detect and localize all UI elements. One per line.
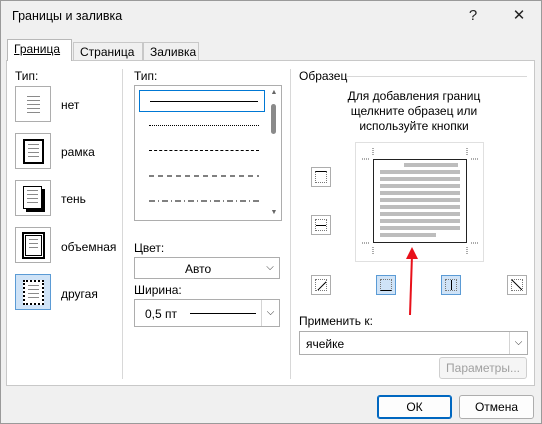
preset-custom-label[interactable]: другая	[61, 287, 98, 301]
diagonal-down-icon	[511, 279, 523, 291]
width-value: 0,5 пт	[145, 307, 178, 321]
border-inside-vertical-icon	[445, 279, 457, 291]
color-value: Авто	[185, 262, 212, 276]
border-top-button[interactable]	[311, 167, 331, 187]
color-select[interactable]: Авто ⌵	[134, 257, 280, 279]
preset-none-label[interactable]: нет	[61, 98, 79, 112]
border-preview[interactable]	[355, 142, 484, 262]
border-inside-horizontal-icon	[315, 219, 327, 231]
annotation-arrow	[406, 247, 418, 316]
options-button[interactable]: Параметры...	[439, 357, 527, 379]
preset-custom-icon	[23, 280, 44, 305]
preset-shadow-label[interactable]: тень	[61, 192, 86, 206]
preview-hint-line: Для добавления границ	[347, 89, 481, 103]
dialog-title: Границы и заливка	[12, 9, 123, 23]
border-diagonal-up-button[interactable]	[311, 275, 331, 295]
width-label: Ширина:	[134, 283, 182, 297]
tab-border[interactable]: Граница	[7, 39, 72, 61]
cancel-button[interactable]: Отмена	[459, 395, 534, 419]
close-button[interactable]: ✕	[501, 1, 537, 31]
border-diagonal-down-button[interactable]	[507, 275, 527, 295]
apply-to-select[interactable]: ячейке ⌵	[299, 331, 528, 355]
preset-3d-button[interactable]	[15, 227, 51, 263]
preset-none-icon	[23, 92, 44, 117]
type-header: Тип:	[15, 69, 39, 83]
help-button[interactable]: ?	[455, 1, 491, 31]
line-style-list[interactable]: ▲ ▼	[134, 85, 282, 221]
preset-box-button[interactable]	[15, 133, 51, 169]
preset-3d-icon	[22, 232, 45, 259]
style-header: Тип:	[134, 69, 158, 83]
ok-button[interactable]: ОК	[377, 395, 452, 419]
line-style-dash-dot[interactable]	[139, 190, 265, 212]
preview-header: Образец	[299, 69, 348, 83]
line-style-dotted[interactable]	[139, 115, 265, 137]
width-select[interactable]: 0,5 пт ⌵	[134, 299, 280, 327]
apply-to-label: Применить к:	[299, 314, 373, 328]
preview-page[interactable]	[373, 159, 467, 243]
title-bar: Границы и заливка ? ✕	[1, 1, 541, 31]
tab-page-label: Страница	[80, 45, 135, 59]
style-list-scrollbar[interactable]: ▲ ▼	[267, 86, 281, 220]
preset-box-label[interactable]: рамка	[61, 145, 95, 159]
help-icon: ?	[468, 7, 478, 24]
line-style-dash-large[interactable]	[139, 165, 265, 187]
line-style-solid[interactable]	[139, 90, 265, 112]
tab-panel-border: Тип: нет рамка тень объемная другая Тип:…	[6, 60, 535, 386]
preset-3d-label[interactable]: объемная	[61, 240, 116, 254]
border-top-icon	[315, 171, 327, 183]
borders-and-shading-dialog: Границы и заливка ? ✕ Граница Страница З…	[0, 0, 542, 424]
preview-hint-line: используйте кнопки	[359, 119, 469, 133]
divider	[122, 69, 123, 379]
preview-header-rule	[347, 76, 527, 77]
preview-hint: Для добавления границ щелкните образец и…	[299, 89, 529, 134]
apply-to-value: ячейке	[306, 337, 345, 351]
preset-custom-button[interactable]	[15, 274, 51, 310]
divider	[290, 69, 291, 379]
preset-shadow-button[interactable]	[15, 180, 51, 216]
close-icon: ✕	[512, 7, 526, 24]
line-style-dashed[interactable]	[139, 140, 265, 162]
scroll-thumb[interactable]	[271, 104, 276, 134]
border-inside-vertical-button[interactable]	[441, 275, 461, 295]
preset-box-icon	[23, 139, 44, 164]
chevron-down-icon: ⌵	[266, 262, 274, 273]
preview-hint-line: щелкните образец или	[350, 104, 478, 118]
tab-page[interactable]: Страница	[73, 42, 143, 61]
diagonal-up-icon	[315, 279, 327, 291]
border-inside-horizontal-button[interactable]	[311, 215, 331, 235]
chevron-down-icon: ⌵	[509, 332, 527, 354]
scroll-down-icon[interactable]: ▼	[269, 208, 279, 218]
preset-shadow-icon	[23, 186, 42, 209]
border-bottom-icon	[380, 279, 392, 291]
width-sample-line	[190, 313, 256, 314]
color-label: Цвет:	[134, 241, 165, 255]
scroll-up-icon[interactable]: ▲	[269, 88, 279, 98]
preset-none-button[interactable]	[15, 86, 51, 122]
tab-shading[interactable]: Заливка	[143, 42, 199, 61]
chevron-down-icon: ⌵	[261, 300, 279, 326]
border-bottom-button[interactable]	[376, 275, 396, 295]
tab-shading-label: Заливка	[150, 45, 197, 59]
tab-border-label: Граница	[14, 42, 61, 56]
